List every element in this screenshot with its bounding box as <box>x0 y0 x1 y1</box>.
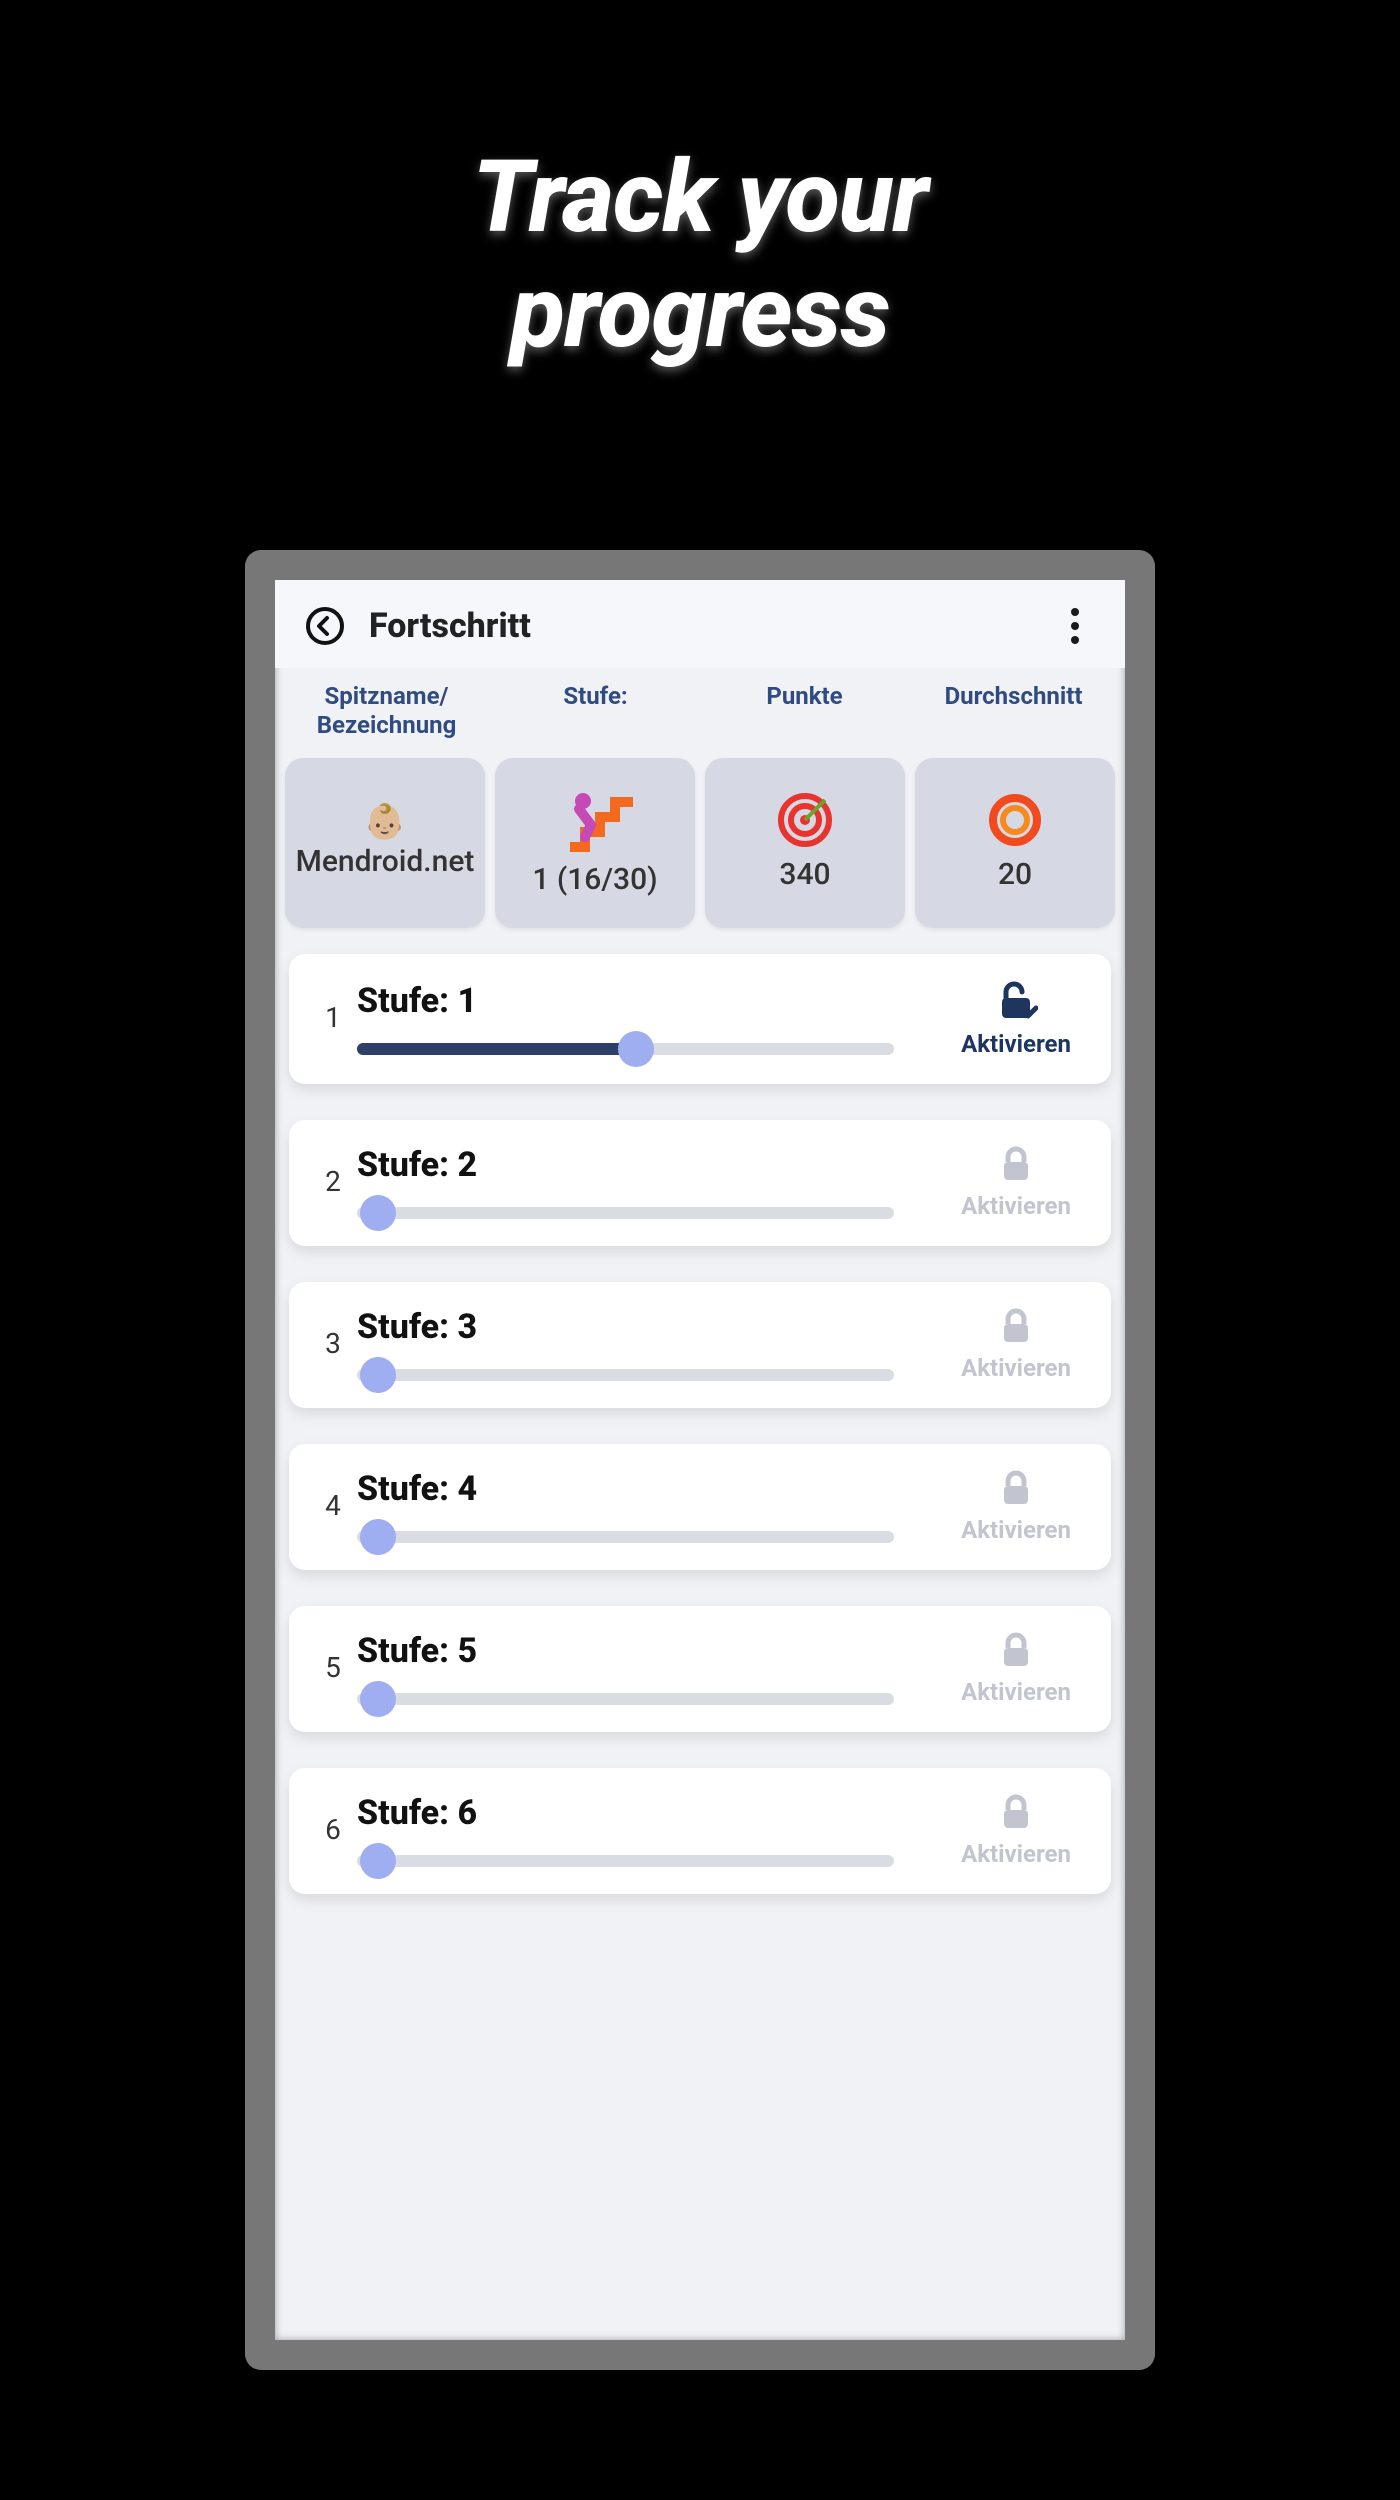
level-index: 3 <box>309 1327 357 1360</box>
stats-column-headers: Spitzname/ Bezeichnung Stufe: Punkte Dur… <box>275 668 1125 750</box>
level-card: 5Stufe: 5 Aktivieren <box>289 1606 1111 1732</box>
level-title: Stufe: 3 <box>357 1307 941 1347</box>
lock-icon <box>996 1144 1036 1188</box>
app-header: Fortschritt <box>275 580 1125 668</box>
activate-button: Aktivieren <box>941 1792 1091 1868</box>
level-body: Stufe: 5 <box>357 1631 941 1705</box>
col-header-points: Punkte <box>703 676 906 750</box>
col-header-nickname: Spitzname/ Bezeichnung <box>285 676 488 750</box>
activate-button[interactable]: Aktivieren <box>941 978 1091 1058</box>
hero-line-1: Track your <box>472 139 927 256</box>
level-body: Stufe: 1 <box>357 981 941 1055</box>
activate-button: Aktivieren <box>941 1306 1091 1382</box>
points-value: 340 <box>779 858 830 893</box>
unlock-icon <box>994 978 1038 1026</box>
level-index: 6 <box>309 1813 357 1846</box>
promo-headline: Track your progress <box>472 140 927 370</box>
level-title: Stufe: 6 <box>357 1793 941 1833</box>
col-header-level: Stufe: <box>494 676 697 750</box>
stat-tile-points[interactable]: 340 <box>705 758 905 928</box>
level-index: 2 <box>309 1165 357 1198</box>
stat-tile-level[interactable]: 1 (16/30) <box>495 758 695 928</box>
activate-button: Aktivieren <box>941 1144 1091 1220</box>
progress-slider[interactable] <box>357 1693 894 1705</box>
nickname-value: Mendroid.net <box>296 845 475 880</box>
activate-label: Aktivieren <box>961 1030 1071 1058</box>
level-title: Stufe: 2 <box>357 1145 941 1185</box>
hero-line-2: progress <box>511 254 890 371</box>
progress-slider[interactable] <box>357 1855 894 1867</box>
stats-tiles: 👶🏼 Mendroid.net 1 (16/30) <box>275 750 1125 942</box>
activate-label: Aktivieren <box>961 1192 1071 1220</box>
slider-thumb[interactable] <box>360 1519 396 1555</box>
progress-slider[interactable] <box>357 1369 894 1381</box>
level-card: 3Stufe: 3 Aktivieren <box>289 1282 1111 1408</box>
level-title: Stufe: 4 <box>357 1469 941 1509</box>
activate-label: Aktivieren <box>961 1678 1071 1706</box>
avatar-icon: 👶🏼 <box>364 805 406 839</box>
lock-icon <box>996 1468 1036 1512</box>
stairs-icon <box>555 787 635 857</box>
slider-fill <box>357 1043 636 1055</box>
dots-icon <box>1071 608 1079 616</box>
activate-button: Aktivieren <box>941 1630 1091 1706</box>
lock-icon <box>996 1630 1036 1674</box>
activate-label: Aktivieren <box>961 1354 1071 1382</box>
activate-label: Aktivieren <box>961 1516 1071 1544</box>
level-card: 1Stufe: 1 Aktivieren <box>289 954 1111 1084</box>
levels-list: 1Stufe: 1Aktivieren2Stufe: 2Aktivieren3S… <box>275 942 1125 2340</box>
slider-thumb[interactable] <box>360 1843 396 1879</box>
stat-tile-nickname[interactable]: 👶🏼 Mendroid.net <box>285 758 485 928</box>
progress-slider[interactable] <box>357 1531 894 1543</box>
level-index: 4 <box>309 1489 357 1522</box>
level-body: Stufe: 2 <box>357 1145 941 1219</box>
slider-thumb[interactable] <box>360 1195 396 1231</box>
activate-button: Aktivieren <box>941 1468 1091 1544</box>
target-icon <box>777 792 833 852</box>
device-frame: Fortschritt Spitzname/ Bezeichnung Stufe… <box>245 550 1155 2370</box>
lock-icon <box>996 1792 1036 1836</box>
level-body: Stufe: 6 <box>357 1793 941 1867</box>
back-arrow-icon <box>305 606 345 646</box>
level-index: 1 <box>309 1001 357 1034</box>
ring-icon <box>987 792 1043 852</box>
slider-thumb[interactable] <box>360 1357 396 1393</box>
col-header-average: Durchschnitt <box>912 676 1115 750</box>
level-title: Stufe: 1 <box>357 981 941 1021</box>
level-index: 5 <box>309 1651 357 1684</box>
overflow-menu-button[interactable] <box>1053 604 1097 648</box>
activate-label: Aktivieren <box>961 1840 1071 1868</box>
level-card: 2Stufe: 2 Aktivieren <box>289 1120 1111 1246</box>
slider-thumb[interactable] <box>618 1031 654 1067</box>
level-value: 1 (16/30) <box>532 863 657 898</box>
level-card: 6Stufe: 6 Aktivieren <box>289 1768 1111 1894</box>
level-body: Stufe: 4 <box>357 1469 941 1543</box>
level-card: 4Stufe: 4 Aktivieren <box>289 1444 1111 1570</box>
progress-slider[interactable] <box>357 1043 894 1055</box>
page-title: Fortschritt <box>369 606 1053 646</box>
lock-icon <box>996 1306 1036 1350</box>
level-title: Stufe: 5 <box>357 1631 941 1671</box>
stat-tile-average[interactable]: 20 <box>915 758 1115 928</box>
progress-slider[interactable] <box>357 1207 894 1219</box>
back-button[interactable] <box>303 604 347 648</box>
slider-thumb[interactable] <box>360 1681 396 1717</box>
average-value: 20 <box>998 858 1032 893</box>
level-body: Stufe: 3 <box>357 1307 941 1381</box>
